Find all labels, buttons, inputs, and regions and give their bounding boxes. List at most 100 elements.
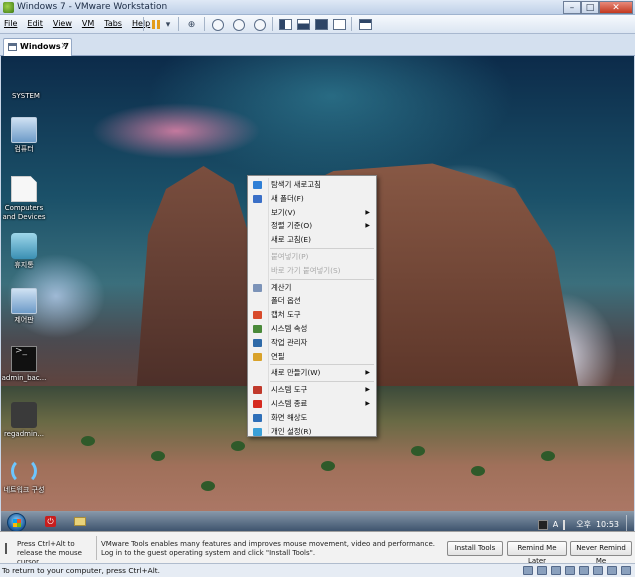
vmware-app-icon [3, 2, 14, 13]
maximize-button[interactable]: □ [581, 1, 599, 14]
vm-icon [8, 43, 17, 51]
submenu-arrow-icon: ▶ [365, 208, 370, 216]
desktop-icon-control-panel[interactable]: 제어판 [1, 288, 49, 325]
show-library-icon[interactable] [278, 18, 292, 31]
desktop-icon-network[interactable]: 네트워크 구성 [1, 458, 49, 495]
menu-edit[interactable]: Edit [27, 19, 43, 28]
refresh-icon [253, 181, 262, 189]
language-indicator[interactable]: A [553, 520, 558, 529]
context-menu-item-label: 폴더 옵션 [271, 296, 301, 306]
context-menu-item-label: 보기(V) [271, 207, 296, 217]
context-menu-item-label: 시스템 속성 [271, 323, 308, 333]
document-icon [11, 176, 37, 202]
tab-close-icon[interactable]: × [60, 41, 68, 51]
power-icon[interactable]: ⏻ [45, 516, 56, 527]
guest-screen[interactable]: SYSTEM 컴퓨터 Computers and Devices 휴지통 제어판… [1, 56, 634, 531]
send-keys-icon[interactable]: ⊕ [185, 18, 198, 31]
clock-time[interactable]: 10:53 [596, 520, 619, 529]
context-menu-item[interactable]: 새로 고침(E) [248, 233, 376, 247]
revert-snapshot-icon[interactable] [232, 18, 246, 31]
menu-help[interactable]: Help [132, 19, 150, 28]
menu-vm[interactable]: VM [82, 19, 94, 28]
action-center-icon[interactable] [563, 519, 571, 530]
context-menu-item[interactable]: 바로 가기 붙여넣기(S) [248, 264, 376, 278]
sound-icon[interactable] [579, 566, 589, 575]
unity-icon[interactable] [332, 18, 346, 31]
submenu-arrow-icon: ▶ [365, 369, 370, 377]
system-tray: A 오후 10:53 [537, 515, 634, 531]
thumbnail-bar-icon[interactable] [296, 18, 310, 31]
desktop-icon-computers-devices[interactable]: Computers and Devices [1, 176, 49, 222]
context-menu-item[interactable]: 화면 해상도 [248, 411, 376, 425]
cd-drive-icon[interactable] [537, 566, 547, 575]
console-view-icon[interactable] [358, 18, 372, 31]
context-menu-item[interactable]: 탐색기 새로고침 [248, 178, 376, 192]
network-adapter-icon[interactable] [551, 566, 561, 575]
install-tools-button[interactable]: Install Tools [447, 541, 503, 556]
tab-windows-7[interactable]: Windows 7 × [3, 38, 72, 56]
minimize-button[interactable]: – [563, 1, 581, 14]
context-menu-item-label: 개인 설정(R) [271, 426, 312, 436]
toolbar-separator [204, 17, 205, 31]
steam-icon [11, 402, 37, 428]
folder-icon[interactable] [74, 517, 86, 526]
context-menu-item[interactable]: 연필 [248, 350, 376, 364]
task-manager-icon [253, 338, 262, 347]
menu-separator [270, 247, 374, 249]
context-menu-item[interactable]: 개인 설정(R) [248, 425, 376, 439]
title-bar: Windows 7 - VMware Workstation – □ ✕ [0, 0, 635, 15]
context-menu-item[interactable]: 시스템 속성 [248, 322, 376, 336]
full-screen-icon[interactable] [314, 18, 328, 31]
context-menu-item[interactable]: 계산기 [248, 281, 376, 295]
context-menu-item[interactable]: 시스템 도구 ▶ [248, 383, 376, 397]
usb-icon[interactable] [565, 566, 575, 575]
show-desktop-button[interactable] [626, 515, 634, 531]
display-icon[interactable] [607, 566, 617, 575]
chevron-down-icon[interactable]: ▾ [164, 18, 172, 31]
context-menu-item[interactable]: 시스템 종료 ▶ [248, 397, 376, 411]
start-button[interactable] [7, 513, 26, 531]
pencil-icon [253, 352, 262, 361]
context-menu-item[interactable]: 새로 만들기(W) ▶ [248, 366, 376, 380]
terminal-icon: >_ [11, 346, 37, 372]
context-menu-item-label: 새로 만들기(W) [271, 368, 321, 378]
context-menu-item[interactable]: 새 폴더(F) [248, 192, 376, 206]
context-menu-item[interactable]: 폴더 옵션 [248, 294, 376, 308]
desktop-icon-recycle-bin[interactable]: 휴지통 [1, 233, 49, 270]
context-menu-item[interactable]: 보기(V) ▶ [248, 206, 376, 220]
menu-file[interactable]: File [4, 19, 17, 28]
context-menu-item[interactable]: 정렬 기준(O) ▶ [248, 219, 376, 233]
menu-view[interactable]: View [53, 19, 72, 28]
submenu-arrow-icon: ▶ [365, 399, 370, 407]
desktop-icon-admin-backup[interactable]: >_ admin_bac... [1, 346, 49, 383]
calculator-icon [253, 283, 262, 292]
close-button[interactable]: ✕ [599, 1, 633, 14]
toolbar-separator [351, 17, 352, 31]
toolbar-separator [178, 17, 179, 31]
menu-separator [270, 364, 374, 366]
menu-tabs[interactable]: Tabs [104, 19, 122, 28]
context-menu-item-label: 계산기 [271, 282, 292, 292]
context-menu-item-label: 바로 가기 붙여넣기(S) [271, 265, 341, 275]
desktop-context-menu: 탐색기 새로고침 새 폴더(F) 보기(V) ▶ 정렬 기준(O) ▶ 새로 고침(E) 붙여… [247, 175, 377, 437]
menu-separator [270, 278, 374, 280]
keyboard-icon[interactable] [537, 519, 548, 530]
desktop-icon-computer[interactable]: 컴퓨터 [1, 117, 49, 154]
system-tools-icon [253, 386, 262, 395]
status-text: To return to your computer, press Ctrl+A… [2, 566, 161, 575]
snapshot-manager-icon[interactable] [253, 18, 267, 31]
message-log-icon[interactable] [621, 566, 631, 575]
hard-disk-icon[interactable] [523, 566, 533, 575]
snapshot-icon[interactable] [211, 18, 225, 31]
printer-icon[interactable] [593, 566, 603, 575]
remind-me-later-button[interactable]: Remind Me Later [507, 541, 567, 565]
context-menu-item[interactable]: 작업 관리자 [248, 336, 376, 350]
never-remind-me-button[interactable]: Never Remind Me [570, 541, 632, 565]
desktop-label-system[interactable]: SYSTEM [1, 92, 51, 101]
context-menu-item-label: 붙여넣기(P) [271, 251, 309, 261]
pause-icon[interactable] [150, 18, 162, 31]
desktop-icon-regadmin[interactable]: regadmin... [1, 402, 49, 439]
context-menu-item[interactable]: 붙여넣기(P) [248, 250, 376, 264]
cursor-release-icon [5, 543, 14, 554]
context-menu-item[interactable]: 캡처 도구 [248, 308, 376, 322]
